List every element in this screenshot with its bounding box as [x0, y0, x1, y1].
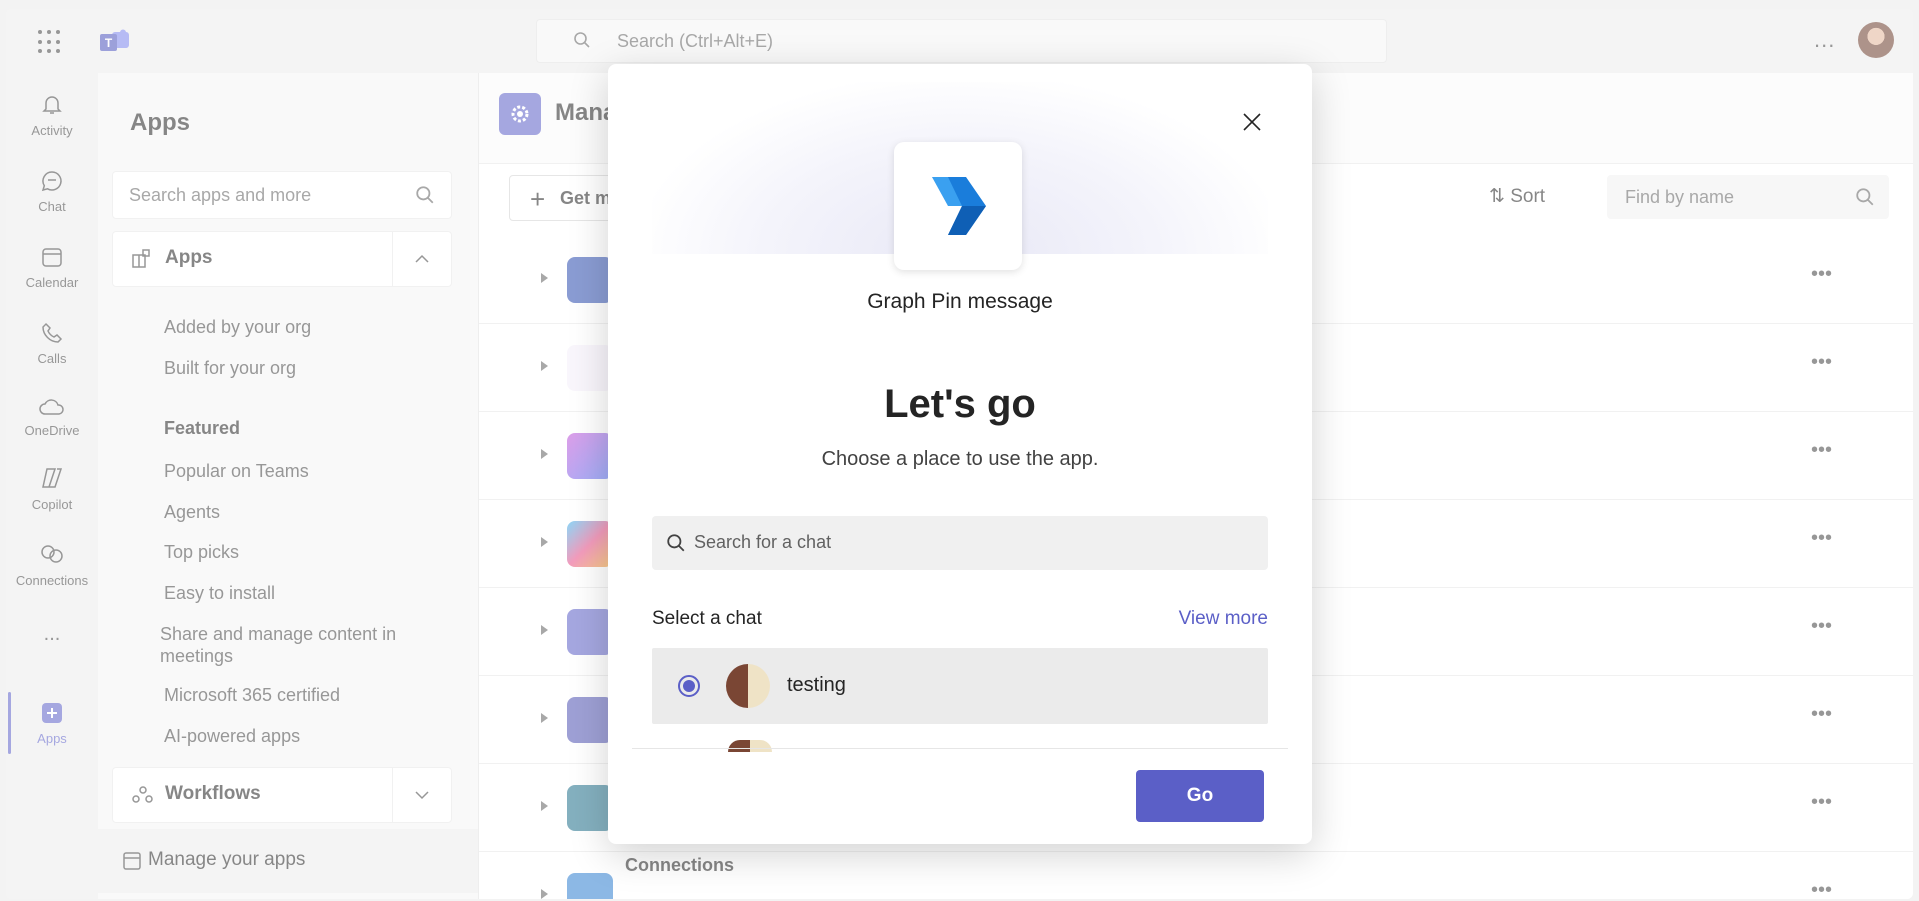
- chat-search-placeholder: Search for a chat: [694, 532, 832, 552]
- go-button[interactable]: Go: [1136, 770, 1264, 822]
- group-chat-avatar: [726, 664, 770, 708]
- close-icon[interactable]: [1242, 112, 1262, 132]
- dialog-subheading: Choose a place to use the app.: [821, 448, 1099, 470]
- search-icon: [667, 534, 685, 552]
- group-chat-avatar: [728, 740, 772, 752]
- chat-search-input[interactable]: Search for a chat: [652, 516, 1268, 570]
- chat-radio[interactable]: [678, 675, 700, 697]
- chat-name: testing: [787, 674, 846, 696]
- dialog-heading: Let's go: [884, 382, 1036, 426]
- chat-option[interactable]: testing: [652, 648, 1268, 724]
- graph-pin-app-icon: [894, 142, 1022, 270]
- add-app-dialog: Graph Pin message Let's go Choose a plac…: [608, 64, 1312, 844]
- app-name: Graph Pin message: [867, 290, 1053, 313]
- dialog-footer-divider: [632, 748, 1288, 749]
- select-chat-label: Select a chat: [652, 608, 762, 629]
- view-more-link[interactable]: View more: [1179, 608, 1268, 630]
